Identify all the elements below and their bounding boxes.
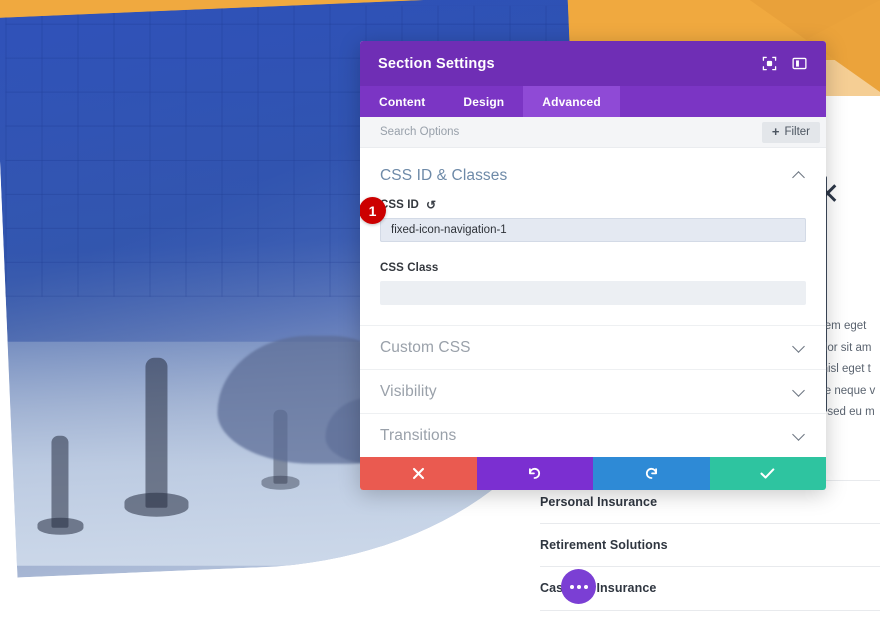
list-item-label: Personal Insurance <box>540 494 658 509</box>
section-header[interactable]: CSS ID & Classes <box>380 148 806 199</box>
field-label-row: CSS Class <box>380 262 806 274</box>
chess-piece-icon <box>145 357 168 508</box>
redo-button[interactable] <box>593 457 710 490</box>
field-label: CSS Class <box>380 262 439 274</box>
tab-label: Advanced <box>542 94 601 109</box>
chess-piece-icon <box>51 435 69 528</box>
chess-piece-base-icon <box>124 492 189 517</box>
modal-tab-bar: Content Design Advanced <box>360 86 826 117</box>
section-title: CSS ID & Classes <box>380 167 508 184</box>
section-title: Visibility <box>380 382 437 400</box>
filter-button[interactable]: + Filter <box>761 121 820 143</box>
section-title: Custom CSS <box>380 338 471 356</box>
dot-icon <box>576 584 581 589</box>
field-css-class: CSS Class <box>380 262 806 305</box>
tab-content[interactable]: Content <box>360 86 444 117</box>
search-input[interactable] <box>380 126 762 138</box>
chevron-down-icon[interactable] <box>793 387 806 396</box>
chess-piece-base-icon <box>261 475 300 490</box>
undo-button[interactable] <box>476 457 593 490</box>
list-item[interactable]: Retirement Solutions <box>540 524 880 567</box>
tab-design[interactable]: Design <box>444 86 523 117</box>
list-item-label: Casualty Insurance <box>540 581 657 596</box>
css-class-input[interactable] <box>380 281 806 305</box>
focus-icon[interactable] <box>760 55 778 73</box>
chat-bubble-button[interactable] <box>561 569 596 604</box>
section-title: Transitions <box>380 426 457 444</box>
modal-body: CSS ID & Classes CSS ID ↺ 1 CSS Class <box>360 148 826 457</box>
modal-footer <box>360 457 826 490</box>
section-settings-modal: Section Settings Content Design Advanced <box>360 41 826 490</box>
cancel-button[interactable] <box>360 457 477 490</box>
field-css-id: CSS ID ↺ 1 <box>360 197 806 242</box>
tab-advanced[interactable]: Advanced <box>523 86 620 117</box>
layout-panel-icon[interactable] <box>790 55 808 73</box>
chevron-down-icon[interactable] <box>793 431 806 440</box>
tab-label: Content <box>379 94 426 109</box>
plus-icon: + <box>771 124 780 139</box>
field-label-row: CSS ID ↺ <box>380 199 806 211</box>
section-css-id-and-classes: CSS ID & Classes CSS ID ↺ 1 CSS Class <box>360 148 826 325</box>
modal-header: Section Settings <box>360 41 826 86</box>
list-item-label: Retirement Solutions <box>540 537 668 552</box>
css-id-input[interactable] <box>380 218 806 242</box>
section-visibility[interactable]: Visibility <box>360 369 826 413</box>
section-transitions[interactable]: Transitions <box>360 413 826 457</box>
tab-label: Design <box>463 94 505 109</box>
section-custom-css[interactable]: Custom CSS <box>360 325 826 369</box>
page-title: Section Settings <box>378 55 495 72</box>
step-badge: 1 <box>360 197 386 224</box>
chevron-up-icon[interactable] <box>793 172 806 181</box>
filter-button-label: Filter <box>784 125 810 138</box>
screenshot-stage: ✕ r sem eget dolor sit am a nisl eget t … <box>0 0 880 618</box>
chevron-down-icon[interactable] <box>793 343 806 352</box>
save-button[interactable] <box>709 457 826 490</box>
chess-piece-base-icon <box>37 517 84 535</box>
dot-icon <box>583 584 588 589</box>
reset-icon[interactable]: ↺ <box>426 199 436 211</box>
search-bar: + Filter <box>360 117 826 148</box>
dot-icon <box>569 584 574 589</box>
